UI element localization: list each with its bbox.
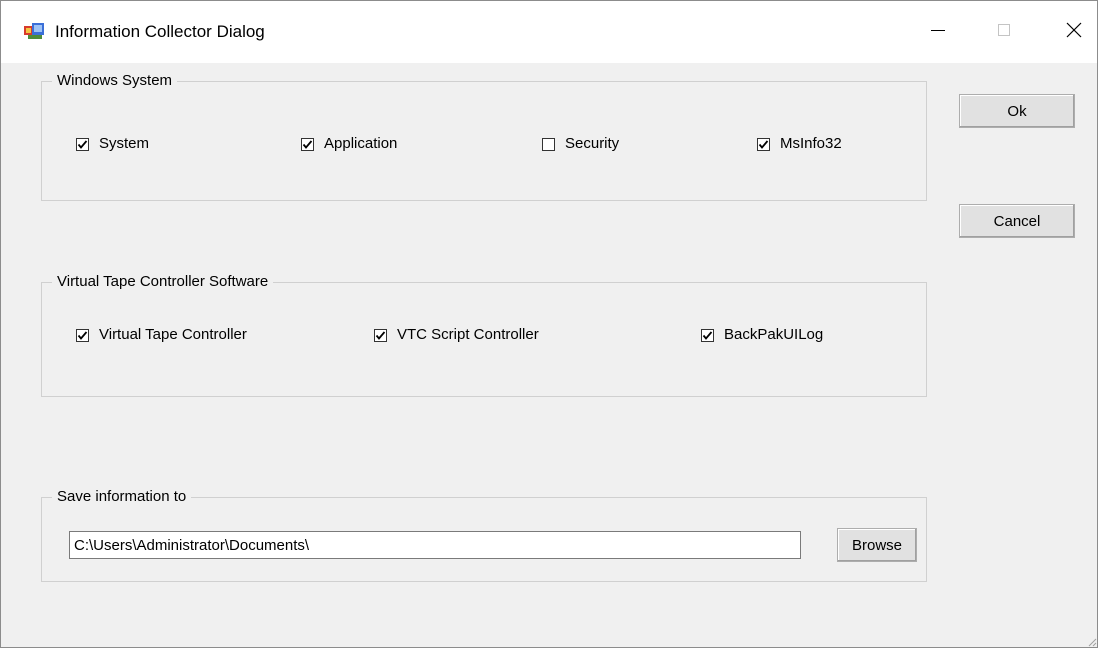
check-box[interactable] [374, 328, 387, 342]
msinfo32-checkbox[interactable]: MsInfo32 [757, 135, 842, 153]
minimize-icon [931, 23, 945, 42]
minimize-button[interactable] [915, 9, 961, 55]
check-box[interactable] [76, 328, 89, 342]
vtc-script-controller-label: VTC Script Controller [397, 326, 539, 343]
browse-button[interactable]: Browse [837, 528, 917, 562]
security-label: Security [565, 135, 620, 152]
check-box[interactable] [542, 137, 555, 151]
check-box[interactable] [757, 137, 770, 151]
save-path-input[interactable] [69, 531, 801, 559]
window-title: Information Collector Dialog [55, 22, 265, 41]
security-checkbox[interactable]: Security [542, 135, 619, 153]
check-box[interactable] [301, 137, 314, 151]
resize-grip-icon[interactable] [1083, 633, 1097, 647]
maximize-button[interactable] [981, 9, 1027, 55]
maximize-icon [997, 23, 1011, 42]
windows-system-legend: Windows System [52, 72, 178, 90]
close-button[interactable] [1051, 9, 1097, 55]
system-label: System [99, 135, 150, 152]
application-icon [24, 22, 44, 40]
close-icon [1066, 22, 1082, 43]
system-checkbox[interactable]: System [76, 135, 149, 153]
virtual-tape-controller-checkbox[interactable]: Virtual Tape Controller [76, 326, 247, 344]
ok-button[interactable]: Ok [959, 94, 1075, 128]
vtc-software-legend: Virtual Tape Controller Software [52, 273, 274, 291]
check-box[interactable] [76, 137, 89, 151]
vtc-script-controller-checkbox[interactable]: VTC Script Controller [374, 326, 539, 344]
backpakuilog-checkbox[interactable]: BackPakUILog [701, 326, 823, 344]
application-checkbox[interactable]: Application [301, 135, 397, 153]
virtual-tape-controller-label: Virtual Tape Controller [99, 326, 247, 343]
backpakuilog-label: BackPakUILog [724, 326, 824, 343]
check-box[interactable] [701, 328, 714, 342]
msinfo32-label: MsInfo32 [780, 135, 842, 152]
information-collector-window: Information Collector Dialog Windows Sys… [0, 0, 1098, 648]
title-bar[interactable]: Information Collector Dialog [1, 1, 1097, 63]
save-information-legend: Save information to [52, 488, 192, 506]
application-label: Application [324, 135, 398, 152]
cancel-button[interactable]: Cancel [959, 204, 1075, 238]
